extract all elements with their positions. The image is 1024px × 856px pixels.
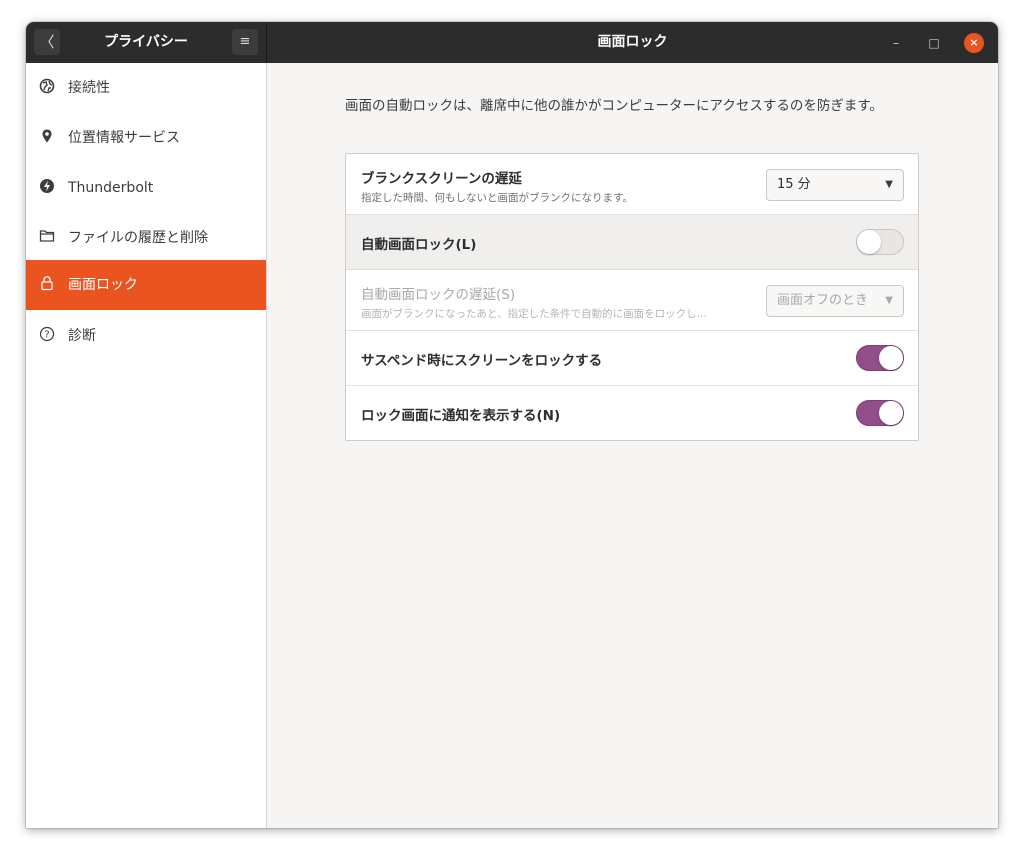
sidebar-item-label: Thunderbolt bbox=[68, 180, 154, 196]
sidebar-item-file-history[interactable]: ファイルの履歴と削除 bbox=[26, 213, 266, 263]
sidebar-item-screen-lock[interactable]: 画面ロック bbox=[26, 260, 266, 310]
sidebar-item-diagnostics[interactable]: ? 診断 bbox=[26, 311, 266, 361]
maximize-icon: □ bbox=[928, 36, 940, 50]
svg-text:?: ? bbox=[44, 330, 49, 341]
folder-icon bbox=[38, 228, 56, 246]
auto-lock-delay-dropdown[interactable]: 画面オフのとき ▼ bbox=[766, 285, 904, 317]
help-icon: ? bbox=[38, 326, 56, 344]
lock-on-suspend-row: サスペンド時にスクリーンをロックする bbox=[346, 331, 918, 386]
sidebar-item-label: 診断 bbox=[68, 328, 96, 344]
lock-icon bbox=[38, 275, 56, 293]
row-title: サスペンド時にスクリーンをロックする bbox=[361, 353, 603, 369]
sidebar-header: 〈 プライバシー ≡ bbox=[26, 22, 267, 63]
sidebar-title: プライバシー bbox=[104, 34, 188, 50]
sidebar-item-label: 画面ロック bbox=[68, 277, 138, 293]
sidebar-item-label: 接続性 bbox=[68, 80, 110, 96]
minimize-button[interactable]: – bbox=[886, 33, 906, 53]
main-content: 画面の自動ロックは、離席中に他の誰かがコンピューターにアクセスするのを防ぎます。… bbox=[267, 63, 998, 828]
chevron-left-icon: 〈 bbox=[39, 33, 55, 51]
lock-screen-notifications-row: ロック画面に通知を表示する(N) bbox=[346, 386, 918, 440]
auto-lock-delay-row: 自動画面ロックの遅延(S) 画面がブランクになったあと、指定した条件で自動的に画… bbox=[346, 270, 918, 331]
dropdown-value: 画面オフのとき bbox=[777, 293, 869, 308]
row-title: 自動画面ロック(L) bbox=[361, 237, 477, 253]
sidebar: 接続性 位置情報サービス Thunderbolt ファイルの履歴と削除 画面ロッ… bbox=[26, 63, 267, 828]
sidebar-item-label: ファイルの履歴と削除 bbox=[68, 230, 208, 246]
lock-on-suspend-toggle[interactable] bbox=[856, 345, 904, 371]
row-title: ブランクスクリーンの遅延 bbox=[361, 171, 522, 187]
thunderbolt-icon bbox=[38, 178, 56, 196]
auto-screen-lock-row: 自動画面ロック(L) bbox=[346, 215, 918, 270]
toggle-knob bbox=[879, 346, 903, 370]
dropdown-value: 15 分 bbox=[777, 177, 811, 192]
header-bar: 〈 プライバシー ≡ 画面ロック – □ × bbox=[26, 22, 998, 63]
dropdown-arrow-icon: ▼ bbox=[885, 295, 893, 306]
menu-button[interactable]: ≡ bbox=[232, 29, 258, 55]
close-button[interactable]: × bbox=[964, 33, 984, 53]
sidebar-item-connectivity[interactable]: 接続性 bbox=[26, 63, 266, 113]
settings-list: ブランクスクリーンの遅延 指定した時間、何もしないと画面がブランクになります。 … bbox=[345, 153, 919, 441]
toggle-knob bbox=[879, 401, 903, 425]
sidebar-item-thunderbolt[interactable]: Thunderbolt bbox=[26, 163, 266, 213]
lock-screen-notifications-toggle[interactable] bbox=[856, 400, 904, 426]
dropdown-arrow-icon: ▼ bbox=[885, 179, 893, 190]
blank-screen-delay-dropdown[interactable]: 15 分 ▼ bbox=[766, 169, 904, 201]
description-text: 画面の自動ロックは、離席中に他の誰かがコンピューターにアクセスするのを防ぎます。 bbox=[345, 98, 883, 114]
row-subtitle: 指定した時間、何もしないと画面がブランクになります。 bbox=[361, 192, 633, 204]
auto-screen-lock-toggle[interactable] bbox=[856, 229, 904, 255]
location-pin-icon bbox=[38, 128, 56, 146]
settings-window: 〈 プライバシー ≡ 画面ロック – □ × 接続性 位置情報サービス Thun… bbox=[26, 22, 998, 828]
sidebar-item-location-services[interactable]: 位置情報サービス bbox=[26, 113, 266, 163]
back-button[interactable]: 〈 bbox=[34, 29, 60, 55]
globe-icon bbox=[38, 78, 56, 96]
row-title: 自動画面ロックの遅延(S) bbox=[361, 287, 516, 303]
sidebar-item-label: 位置情報サービス bbox=[68, 130, 180, 146]
hamburger-menu-icon: ≡ bbox=[239, 34, 251, 49]
row-title: ロック画面に通知を表示する(N) bbox=[361, 408, 561, 424]
maximize-button[interactable]: □ bbox=[924, 33, 944, 53]
minimize-icon: – bbox=[893, 36, 899, 50]
blank-screen-delay-row: ブランクスクリーンの遅延 指定した時間、何もしないと画面がブランクになります。 … bbox=[346, 154, 918, 215]
toggle-knob bbox=[857, 230, 881, 254]
row-subtitle: 画面がブランクになったあと、指定した条件で自動的に画面をロックし... bbox=[361, 308, 707, 320]
close-icon: × bbox=[969, 36, 979, 49]
